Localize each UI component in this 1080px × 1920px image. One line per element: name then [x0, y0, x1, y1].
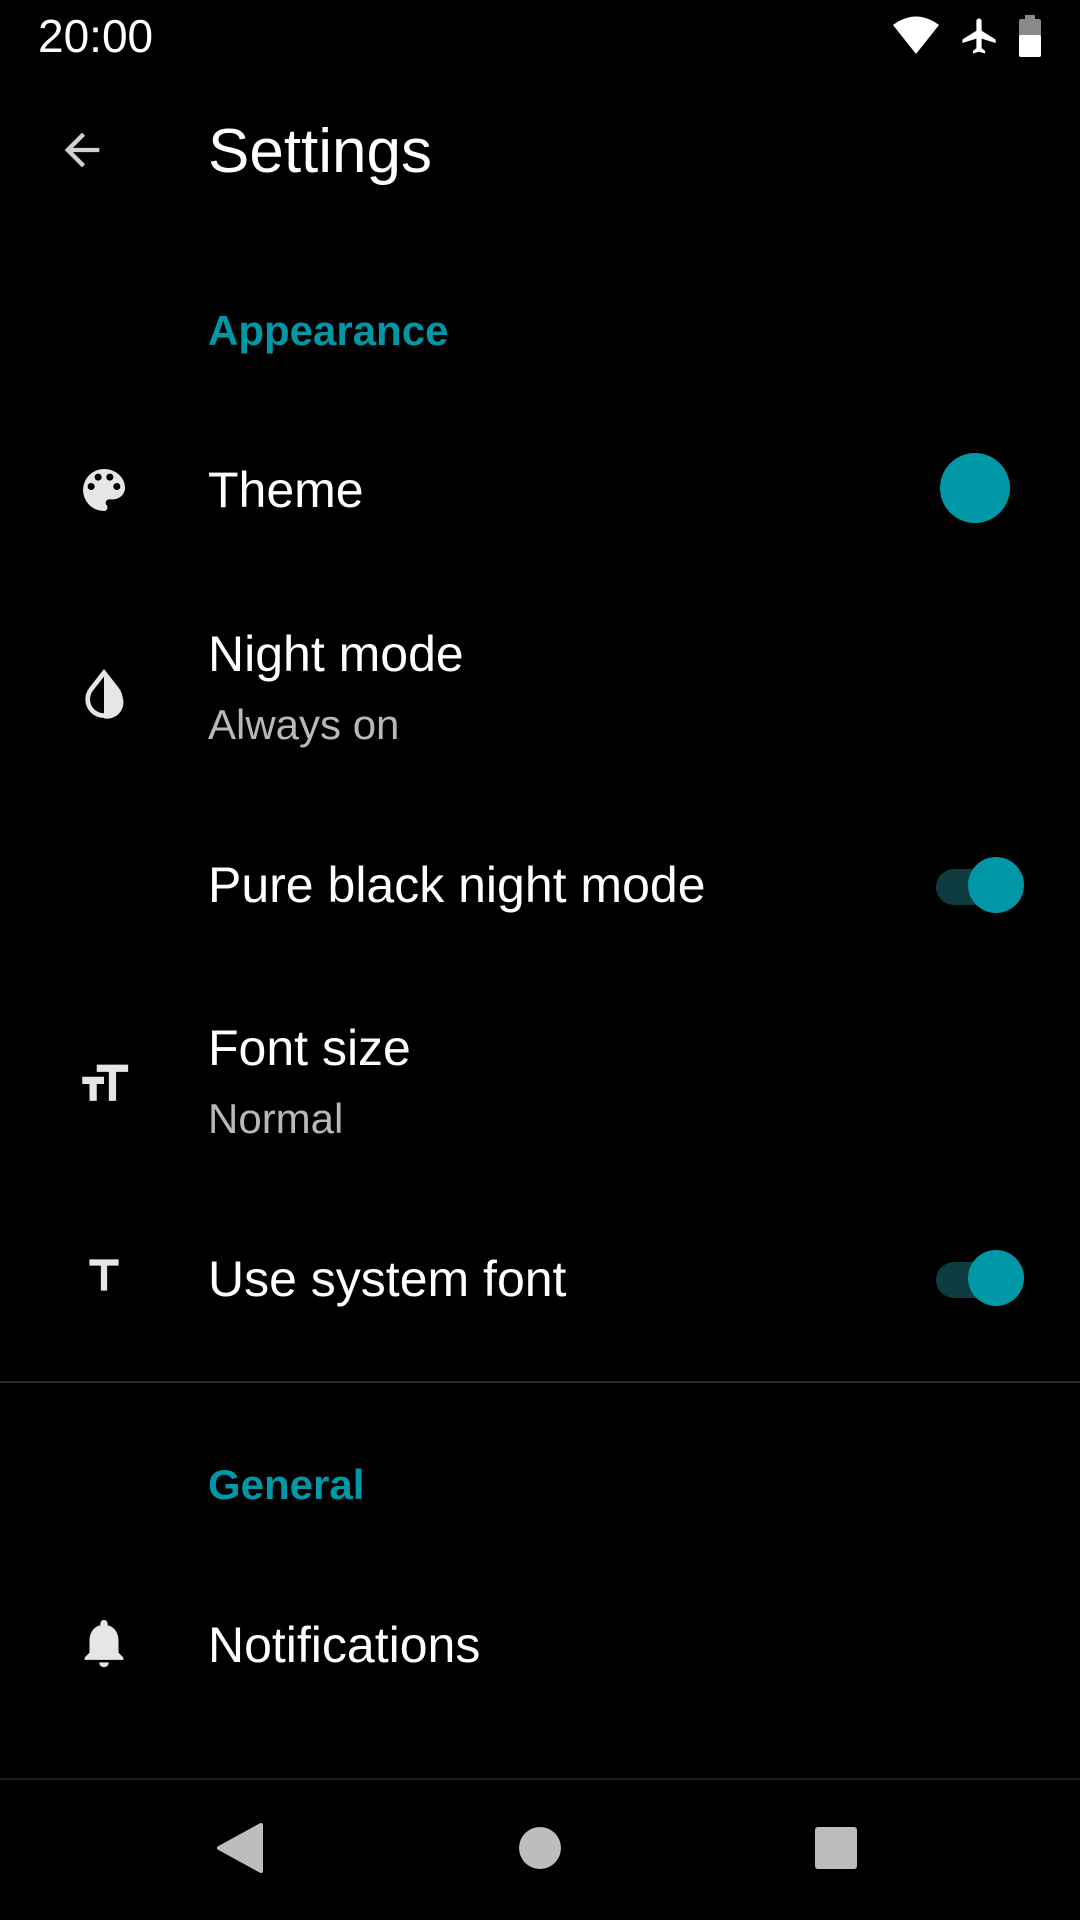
- pref-night-mode-summary: Always on: [208, 701, 400, 748]
- back-button[interactable]: [42, 112, 122, 192]
- section-header-general: General: [208, 1461, 365, 1508]
- pref-font-size[interactable]: Font size Normal: [0, 1004, 1080, 1174]
- section-divider: [0, 1381, 1080, 1383]
- nav-recents-button[interactable]: [788, 1802, 884, 1898]
- pref-night-mode[interactable]: Night mode Always on: [0, 610, 1080, 780]
- nav-recents-icon: [814, 1826, 858, 1875]
- pref-system-font-title: Use system font: [208, 1251, 567, 1307]
- palette-icon: [74, 460, 134, 520]
- status-icons: [892, 12, 1042, 60]
- pref-pure-black[interactable]: Pure black night mode: [0, 830, 1080, 940]
- bell-icon: [74, 1613, 134, 1673]
- app-bar: Settings: [0, 72, 1080, 232]
- pref-theme[interactable]: Theme: [0, 420, 1080, 560]
- theme-color-swatch: [940, 453, 1010, 523]
- pref-notifications-title: Notifications: [208, 1617, 481, 1673]
- switch-thumb: [968, 1250, 1024, 1306]
- pure-black-switch[interactable]: [932, 853, 1024, 913]
- pref-font-size-summary: Normal: [208, 1095, 344, 1142]
- pref-night-mode-title: Night mode: [208, 626, 464, 682]
- wifi-icon: [892, 16, 940, 56]
- pref-font-size-title: Font size: [208, 1020, 411, 1076]
- battery-icon: [1018, 15, 1042, 57]
- page-title: Settings: [208, 117, 433, 186]
- arrow-back-icon: [56, 124, 108, 181]
- text-size-icon: [74, 1054, 134, 1114]
- nav-back-button[interactable]: [192, 1802, 288, 1898]
- section-header-appearance: Appearance: [208, 307, 449, 354]
- pref-theme-title: Theme: [208, 462, 364, 518]
- switch-thumb: [968, 857, 1024, 913]
- nav-back-icon: [215, 1821, 265, 1880]
- text-icon: [74, 1246, 134, 1306]
- nav-home-icon: [518, 1826, 562, 1875]
- pref-notifications[interactable]: Notifications: [0, 1580, 1080, 1710]
- pref-pure-black-title: Pure black night mode: [208, 857, 706, 913]
- status-bar: 20:00: [0, 0, 1080, 72]
- invert-colors-icon: [74, 665, 134, 725]
- nav-home-button[interactable]: [492, 1802, 588, 1898]
- navigation-bar: [0, 1780, 1080, 1920]
- airplane-mode-icon: [958, 14, 1000, 58]
- system-font-switch[interactable]: [932, 1246, 1024, 1306]
- pref-system-font[interactable]: Use system font: [0, 1224, 1080, 1334]
- status-time: 20:00: [38, 10, 154, 62]
